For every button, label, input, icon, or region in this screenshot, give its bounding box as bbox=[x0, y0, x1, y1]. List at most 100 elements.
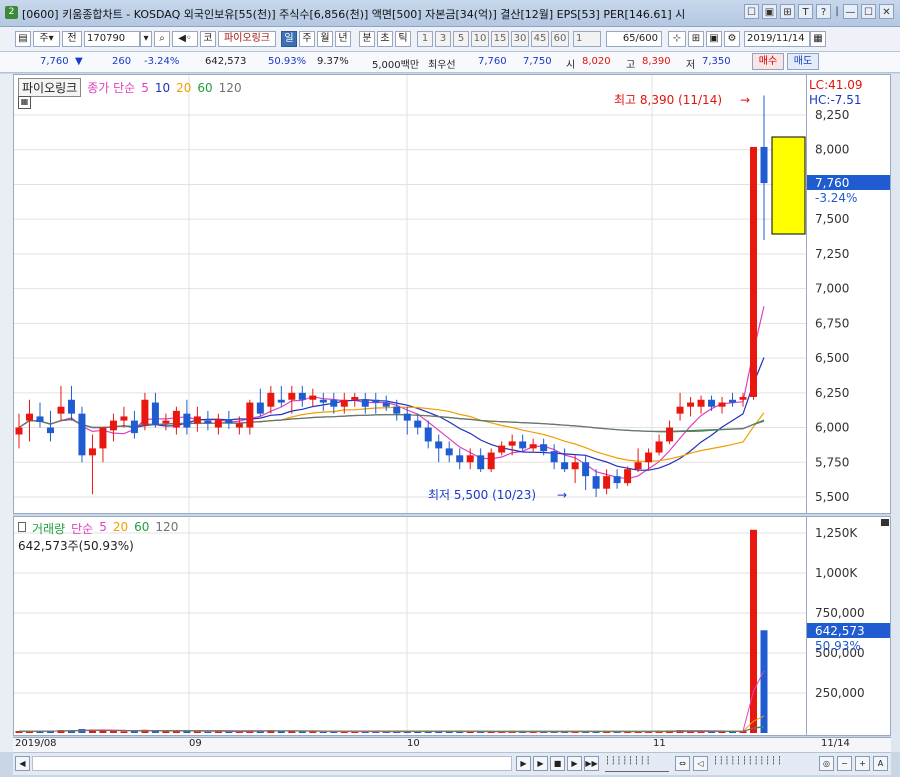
period-month[interactable]: 월 bbox=[317, 31, 333, 47]
price-stock-tag[interactable]: 파이오링크 bbox=[18, 78, 82, 97]
period-tick[interactable]: 틱 bbox=[395, 31, 411, 47]
volume-close-icon[interactable] bbox=[881, 519, 889, 526]
candle-body bbox=[571, 462, 579, 470]
price-tick-label: 6,000 bbox=[815, 421, 849, 435]
candle-body bbox=[645, 452, 653, 463]
chart-scroll-bar[interactable]: ◀ ▶ ▶ ■ ▶ ▶▶ ┆┆┆┆┆┆┆┆ ⇔ ◁ ┆┆┆┆┆┆┆┆┆┆┆┆ ◎… bbox=[13, 752, 891, 775]
code-dropdown-icon[interactable]: ▾ bbox=[140, 31, 152, 47]
price-chart-panel[interactable]: 최고 8,390 (11/14) → 최저 5,500 (10/23) → 파이… bbox=[13, 74, 807, 514]
price-highlight-box bbox=[771, 136, 806, 235]
market-select[interactable]: 전 bbox=[62, 31, 82, 47]
window-restore-icon[interactable]: ☐ bbox=[744, 4, 759, 19]
play-icon[interactable]: ▶ bbox=[533, 756, 548, 771]
close-icon[interactable]: ✕ bbox=[879, 4, 894, 19]
low-annotation: 최저 5,500 (10/23) bbox=[428, 488, 536, 502]
buy-button[interactable]: 매수 bbox=[752, 53, 784, 70]
period-day[interactable]: 일 bbox=[281, 31, 297, 47]
candle-body bbox=[382, 402, 390, 407]
sound-icon[interactable]: ◀◦ bbox=[172, 31, 198, 47]
vma120-label: 120 bbox=[155, 520, 179, 534]
fast-forward-icon[interactable]: ▶▶ bbox=[584, 756, 599, 771]
data-range-input[interactable]: 65/600 bbox=[606, 31, 662, 47]
interval-5[interactable]: 5 bbox=[453, 31, 469, 47]
gear-icon[interactable]: ⚙ bbox=[724, 31, 740, 47]
table-toggle-icon[interactable]: ▦ bbox=[18, 96, 31, 109]
period-year[interactable]: 년 bbox=[335, 31, 351, 47]
crosshair-icon[interactable]: ⊹ bbox=[668, 31, 686, 47]
candle-body bbox=[729, 399, 737, 403]
volume-tick-label: 750,000 bbox=[815, 606, 865, 620]
price-axis-svg: 8,2508,0007,7507,5007,2507,0006,7506,500… bbox=[807, 78, 890, 504]
zoom-icon[interactable]: ⊞ bbox=[688, 31, 704, 47]
ma20-label: 20 bbox=[176, 80, 192, 95]
zoom-in-icon[interactable]: + bbox=[855, 756, 870, 771]
scroll-track[interactable] bbox=[32, 756, 512, 771]
step-icon[interactable]: ▶ bbox=[567, 756, 582, 771]
candle-body bbox=[319, 399, 327, 403]
zoom-slider[interactable]: ┆┆┆┆┆┆┆┆┆┆┆┆ bbox=[713, 756, 813, 771]
period-minute[interactable]: 분 bbox=[359, 31, 375, 47]
candle-body bbox=[603, 476, 611, 489]
candle-body bbox=[340, 399, 348, 407]
interval-30[interactable]: 30 bbox=[511, 31, 529, 47]
period-week[interactable]: 주 bbox=[299, 31, 315, 47]
calendar-icon[interactable]: ▦ bbox=[810, 31, 826, 47]
interval-3[interactable]: 3 bbox=[435, 31, 451, 47]
zoom-out-icon[interactable]: − bbox=[837, 756, 852, 771]
volume-chart-panel[interactable]: 거래량 단순 5 20 60 120 642,573주(50.93%) bbox=[13, 516, 807, 736]
compress-icon[interactable]: ◁ bbox=[693, 756, 708, 771]
candle-body bbox=[666, 427, 674, 442]
interval-count-input[interactable]: 1 bbox=[573, 31, 601, 47]
search-icon[interactable]: ⌕ bbox=[154, 31, 170, 47]
window-grid-icon[interactable]: ⊞ bbox=[780, 4, 795, 19]
interval-1[interactable]: 1 bbox=[417, 31, 433, 47]
open-price: 8,020 bbox=[582, 56, 611, 67]
volume-axis-ticks: 1,250K1,000K750,000500,000250,000 bbox=[815, 526, 865, 700]
current-price: 7,760 bbox=[40, 56, 69, 67]
current-ratio-tag-text: 50.93% bbox=[815, 639, 861, 653]
period-second[interactable]: 초 bbox=[377, 31, 393, 47]
candle-body bbox=[193, 416, 201, 424]
date-label-nov: 11 bbox=[653, 738, 666, 749]
chart-list-icon[interactable]: ▤ bbox=[15, 31, 31, 47]
date-input[interactable]: 2019/11/14 bbox=[744, 31, 810, 47]
candle-body bbox=[529, 444, 537, 449]
volume-bar bbox=[204, 731, 212, 733]
interval-60[interactable]: 60 bbox=[551, 31, 569, 47]
candle-body bbox=[372, 399, 380, 403]
interval-15[interactable]: 15 bbox=[491, 31, 509, 47]
vma20-label: 20 bbox=[112, 520, 129, 534]
maximize-icon[interactable]: ☐ bbox=[861, 4, 876, 19]
pan-icon[interactable]: ⇔ bbox=[675, 756, 690, 771]
stock-code-input[interactable]: 170790 bbox=[84, 31, 140, 47]
quote-bar: 7,760 ▼ 260 -3.24% 642,573 50.93% 9.37% … bbox=[0, 52, 900, 73]
stop-icon[interactable]: ■ bbox=[550, 756, 565, 771]
price-legend: 파이오링크 종가 단순 5 10 20 60 120 bbox=[18, 78, 242, 97]
change-arrow-icon: ▼ bbox=[75, 56, 83, 67]
help-icon[interactable]: ? bbox=[816, 4, 831, 19]
sell-button[interactable]: 매도 bbox=[787, 53, 819, 70]
window-tile-icon[interactable]: ▣ bbox=[762, 4, 777, 19]
zoom-fit-icon[interactable]: ◎ bbox=[819, 756, 834, 771]
scroll-left-icon[interactable]: ◀ bbox=[15, 756, 30, 771]
title-separator: | bbox=[835, 6, 839, 17]
candle-body bbox=[477, 455, 485, 470]
text-size-icon[interactable]: A bbox=[873, 756, 888, 771]
interval-10[interactable]: 10 bbox=[471, 31, 489, 47]
font-size-icon[interactable]: T bbox=[798, 4, 813, 19]
high-price: 8,390 bbox=[642, 56, 671, 67]
interval-45[interactable]: 45 bbox=[531, 31, 549, 47]
candle-body bbox=[466, 455, 474, 463]
type-select[interactable]: 주▾ bbox=[33, 31, 60, 47]
chart-toolbar: ▤ 주▾ 전 170790 ▾ ⌕ ◀◦ 코 파이오링크 일 주 월 년 분 초… bbox=[0, 27, 900, 52]
price-tick-label: 6,750 bbox=[815, 316, 849, 330]
current-change-tag-text: -3.24% bbox=[815, 191, 857, 205]
price-chart-svg[interactable]: 최고 8,390 (11/14) → 최저 5,500 (10/23) → bbox=[14, 75, 806, 513]
save-icon[interactable]: ▣ bbox=[706, 31, 722, 47]
volume-collapse-icon[interactable] bbox=[18, 522, 26, 532]
speed-slider[interactable]: ┆┆┆┆┆┆┆┆ bbox=[605, 756, 669, 772]
minimize-icon[interactable]: — bbox=[843, 4, 858, 19]
high-annotation: 최고 8,390 (11/14) bbox=[614, 93, 722, 107]
window-controls: ☐ ▣ ⊞ T ? | — ☐ ✕ bbox=[744, 4, 894, 19]
play-forward-icon[interactable]: ▶ bbox=[516, 756, 531, 771]
